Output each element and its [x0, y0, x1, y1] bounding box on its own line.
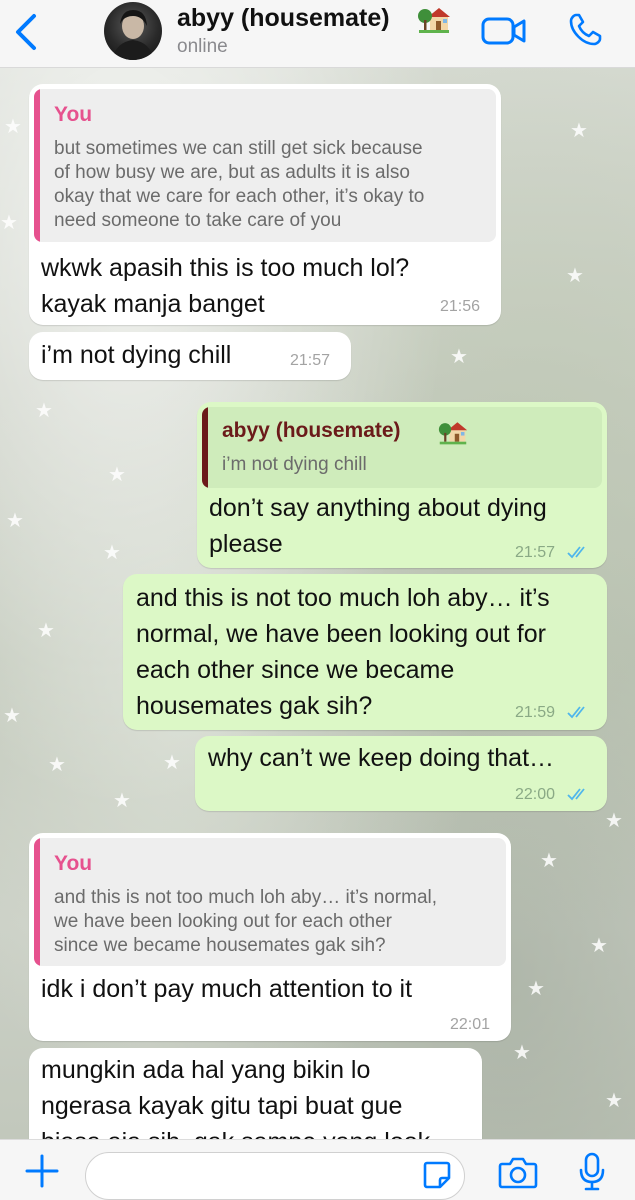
star-decoration: ★	[513, 1042, 531, 1064]
message-input-bar	[0, 1139, 635, 1200]
message-text: don’t say anything about dying please	[209, 490, 547, 562]
message-line: biasa aja sih, gak sampe yang look	[41, 1124, 430, 1139]
contact-status: online	[177, 36, 228, 57]
star-decoration: ★	[3, 705, 21, 727]
message-line: please	[209, 530, 283, 558]
quote-line: we have been looking out for each other	[54, 911, 393, 932]
star-decoration: ★	[113, 790, 131, 812]
star-decoration: ★	[0, 212, 18, 234]
star-decoration: ★	[566, 265, 584, 287]
message-line: each other since we became	[136, 656, 455, 684]
message-text: idk i don’t pay much attention to it	[41, 975, 413, 1003]
star-decoration: ★	[35, 400, 53, 422]
house-with-garden-icon	[418, 8, 450, 33]
message-text: i’m not dying chill	[41, 341, 232, 369]
message-line: don’t say anything about dying	[209, 494, 547, 522]
quote-text: and this is not too much loh aby… it’s n…	[54, 886, 437, 958]
quote-author: You	[54, 103, 93, 126]
message-line: kayak manja banget	[41, 290, 265, 318]
chat-background[interactable]: ★ ★ ★ ★ ★ ★ ★ ★ ★ ★ ★ ★ ★ ★ ★ ★ ★ ★ ★ ★ …	[0, 68, 635, 1139]
message-line: ngerasa kayak gitu tapi buat gue	[41, 1092, 403, 1120]
message-text: why can’t we keep doing that…	[208, 744, 555, 772]
message-text: wkwk apasih this is too much lol? kayak …	[41, 250, 409, 322]
quote-line: since we became housemates gak sih?	[54, 935, 386, 956]
message-text: and this is not too much loh aby… it’s n…	[136, 580, 550, 724]
quote-line: but sometimes we can still get sick beca…	[54, 138, 423, 159]
avatar[interactable]	[104, 2, 162, 60]
incoming-message-bubble[interactable]: You but sometimes we can still get sick …	[29, 84, 501, 325]
star-decoration: ★	[527, 978, 545, 1000]
quote-line: and this is not too much loh aby… it’s n…	[54, 887, 438, 908]
video-call-icon[interactable]	[481, 14, 527, 48]
quote-line: need someone to take care of you	[54, 210, 342, 231]
camera-icon[interactable]	[498, 1154, 538, 1190]
star-decoration: ★	[540, 850, 558, 872]
quoted-message[interactable]: You but sometimes we can still get sick …	[34, 89, 496, 242]
star-decoration: ★	[163, 752, 181, 774]
message-text: mungkin ada hal yang bikin lo ngerasa ka…	[41, 1052, 430, 1139]
star-decoration: ★	[48, 754, 66, 776]
quoted-message[interactable]: abyy (housemate) i’m not dying chill	[202, 407, 602, 488]
phone-icon[interactable]	[567, 12, 603, 48]
star-decoration: ★	[605, 1090, 623, 1112]
quoted-message[interactable]: You and this is not too much loh aby… it…	[34, 838, 506, 966]
star-decoration: ★	[450, 346, 468, 368]
message-line: wkwk apasih this is too much lol?	[41, 254, 410, 282]
star-decoration: ★	[6, 510, 24, 532]
outgoing-message-bubble[interactable]: why can’t we keep doing that… 22:00	[195, 736, 607, 811]
star-decoration: ★	[37, 620, 55, 642]
sticker-icon[interactable]	[422, 1160, 452, 1190]
quote-accent-bar	[202, 407, 208, 488]
star-decoration: ★	[4, 116, 22, 138]
message-line: mungkin ada hal yang bikin lo	[41, 1056, 371, 1084]
contact-name[interactable]: abyy (housemate)	[177, 4, 390, 33]
quote-text: but sometimes we can still get sick beca…	[54, 137, 424, 233]
quote-line: okay that we care for each other, it’s o…	[54, 186, 425, 207]
read-receipt-icon	[567, 546, 585, 559]
outgoing-message-bubble[interactable]: abyy (housemate) i’m not dying chill don…	[197, 402, 607, 568]
star-decoration: ★	[570, 120, 588, 142]
star-decoration: ★	[108, 464, 126, 486]
star-decoration: ★	[605, 810, 623, 832]
chat-header: abyy (housemate) online	[0, 0, 635, 68]
back-chevron-icon[interactable]	[12, 12, 42, 52]
message-time: 21:56	[440, 298, 481, 315]
message-time: 22:00	[515, 786, 556, 803]
house-with-garden-icon	[438, 422, 468, 445]
message-time: 21:59	[515, 704, 556, 721]
read-receipt-icon	[567, 706, 585, 719]
microphone-icon[interactable]	[578, 1152, 606, 1192]
message-time: 21:57	[515, 544, 556, 561]
outgoing-message-bubble[interactable]: and this is not too much loh aby… it’s n…	[123, 574, 607, 730]
incoming-message-bubble[interactable]: You and this is not too much loh aby… it…	[29, 833, 511, 1041]
message-time: 21:57	[290, 352, 331, 369]
message-line: housemates gak sih?	[136, 692, 373, 720]
quote-accent-bar	[34, 838, 40, 966]
incoming-message-bubble[interactable]: i’m not dying chill 21:57	[29, 332, 351, 380]
read-receipt-icon	[567, 788, 585, 801]
message-line: normal, we have been looking out for	[136, 620, 546, 648]
quote-author: You	[54, 852, 93, 875]
quote-text: i’m not dying chill	[222, 454, 367, 475]
quote-line: of how busy we are, but as adults it is …	[54, 162, 410, 183]
quote-accent-bar	[34, 89, 40, 242]
plus-icon[interactable]	[24, 1153, 60, 1189]
incoming-message-bubble[interactable]: mungkin ada hal yang bikin lo ngerasa ka…	[29, 1048, 482, 1139]
star-decoration: ★	[590, 935, 608, 957]
star-decoration: ★	[103, 542, 121, 564]
message-time: 22:01	[450, 1016, 491, 1033]
message-input[interactable]	[85, 1152, 465, 1200]
quote-author: abyy (housemate)	[222, 419, 401, 442]
message-line: and this is not too much loh aby… it’s	[136, 584, 550, 612]
